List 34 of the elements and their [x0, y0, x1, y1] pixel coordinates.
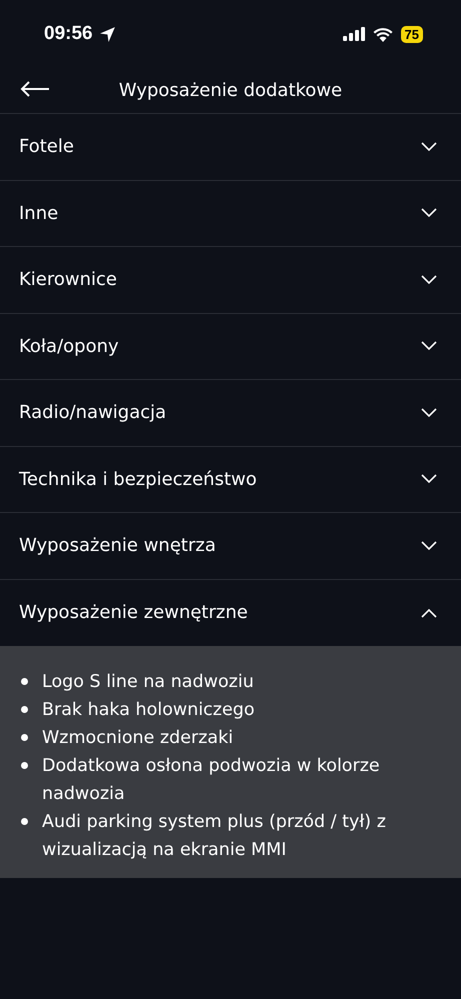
- battery-indicator: 75: [400, 26, 423, 42]
- accordion-header[interactable]: Kierownice: [0, 247, 461, 314]
- equipment-item: Dodatkowa osłona podwozia w kolorze nadwozia: [42, 755, 381, 806]
- back-arrow-icon: [20, 80, 50, 98]
- bullet-icon: [21, 818, 28, 825]
- bullet-icon: [21, 762, 28, 769]
- equipment-item: Logo S line na nadwoziu: [42, 671, 254, 694]
- chevron-down-icon: [421, 208, 437, 218]
- chevron-down-icon: [421, 341, 437, 352]
- bullet-icon: [21, 678, 28, 685]
- page-title: Wyposażenie dodatkowe: [118, 79, 342, 103]
- accordion-header[interactable]: Inne: [0, 180, 461, 247]
- bullet-icon: [21, 706, 28, 713]
- accordion-header[interactable]: Wyposażenie wnętrza: [0, 513, 461, 580]
- accordion-header[interactable]: Fotele: [0, 114, 461, 180]
- bullet-icon: [21, 734, 28, 741]
- chevron-down-icon: [421, 274, 437, 285]
- accordion-header[interactable]: Technika i bezpieczeństwo: [0, 446, 461, 513]
- equipment-item: Brak haka holowniczego: [42, 699, 255, 722]
- back-button[interactable]: [20, 80, 50, 98]
- signal-icon: [342, 27, 365, 41]
- status-time: 09:56: [44, 22, 93, 46]
- chevron-down-icon: [421, 408, 437, 418]
- wifi-icon: [372, 26, 393, 42]
- chevron-down-icon: [421, 540, 437, 551]
- chevron-up-icon: [421, 608, 437, 618]
- chevron-down-icon: [421, 474, 437, 484]
- accordion-header[interactable]: Radio/nawigacja: [0, 380, 461, 446]
- accordion-header[interactable]: Koła/opony: [0, 314, 461, 380]
- equipment-item: Wzmocnione zderzaki: [42, 727, 234, 750]
- location-arrow-icon: [98, 26, 116, 42]
- chevron-down-icon: [421, 142, 437, 152]
- equipment-item: Audi parking system plus (przód / tył) z wizualizacją na ekranie MMI: [42, 811, 387, 862]
- accordion-header[interactable]: Wyposażenie zewnętrzne: [0, 580, 461, 646]
